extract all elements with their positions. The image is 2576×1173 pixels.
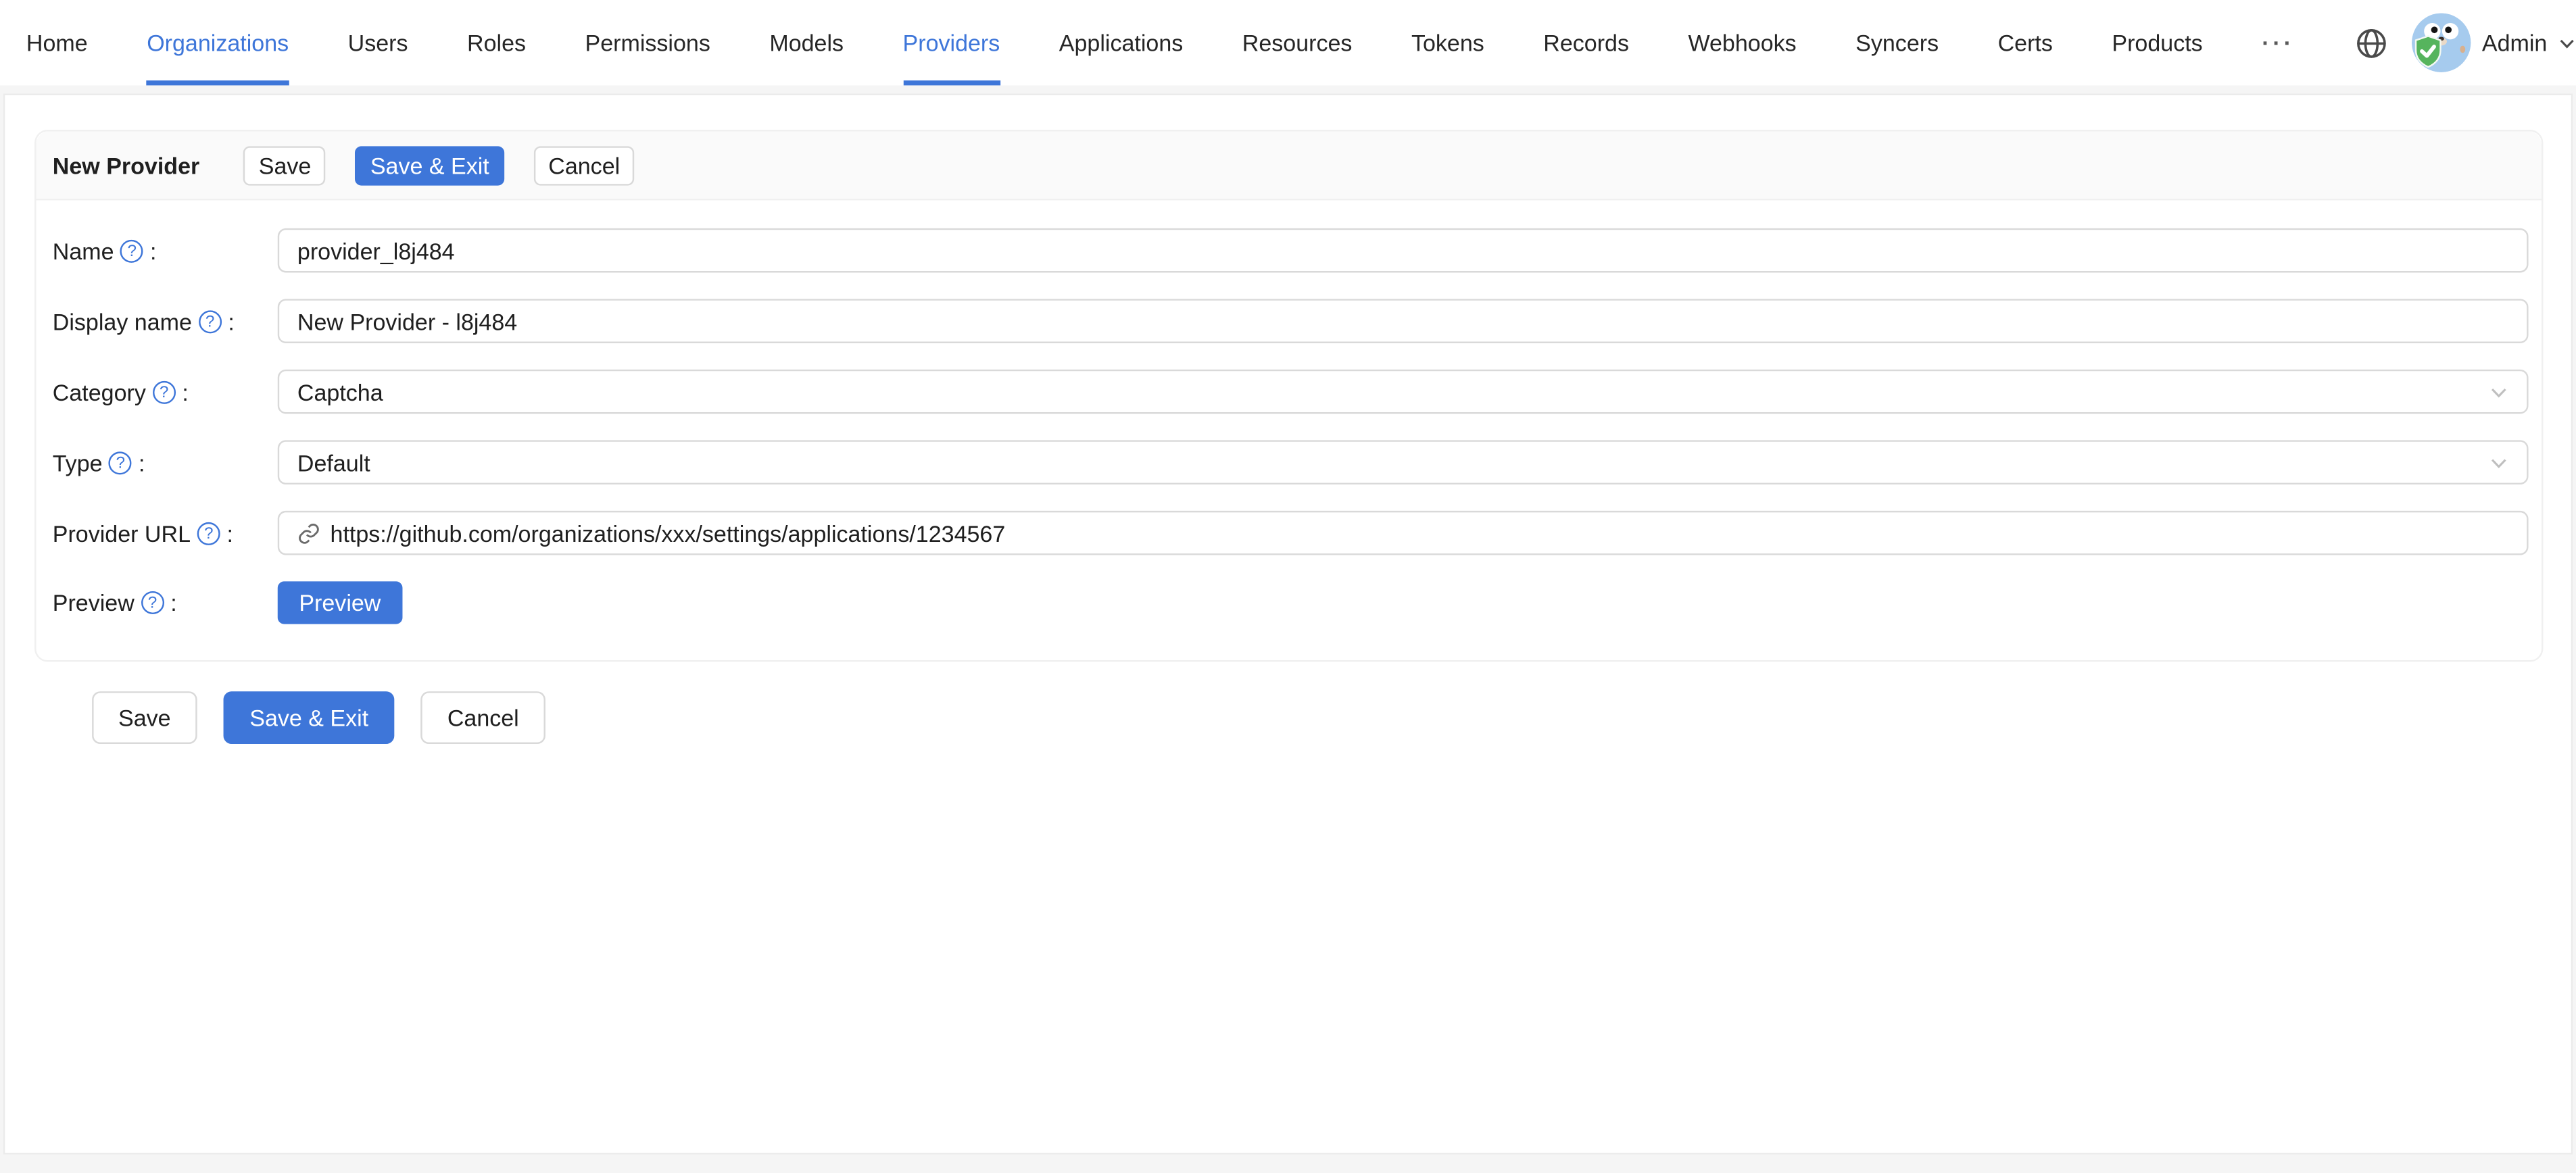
category-select-value: Captcha — [297, 378, 383, 405]
field-label-category: Category ? : — [53, 378, 278, 405]
label-colon: : — [150, 237, 157, 264]
nav-item-resources[interactable]: Resources — [1242, 0, 1353, 85]
page-title: New Provider — [52, 151, 200, 178]
save-button-bottom[interactable]: Save — [92, 691, 197, 745]
chevron-down-icon — [2491, 458, 2506, 468]
nav-item-users[interactable]: Users — [348, 0, 408, 85]
name-input[interactable] — [277, 228, 2529, 273]
casdoor-gopher-avatar — [2411, 13, 2471, 72]
nav-item-providers[interactable]: Providers — [902, 0, 1000, 86]
display-name-input[interactable] — [277, 299, 2529, 343]
preview-button[interactable]: Preview — [277, 581, 402, 624]
question-circle-icon[interactable]: ? — [198, 309, 222, 333]
field-label-display-name: Display name ? : — [53, 308, 278, 334]
label-text: Display name — [52, 307, 192, 334]
form-row-name: Name ? : — [53, 228, 2529, 273]
nav-item-roles[interactable]: Roles — [467, 0, 526, 85]
user-name-label: Admin — [2481, 29, 2548, 56]
link-icon — [299, 522, 319, 543]
new-provider-card: New Provider Save Save & Exit Cancel Nam… — [34, 130, 2544, 662]
save-button-top[interactable]: Save — [243, 145, 326, 185]
label-text: Provider URL — [52, 520, 191, 547]
cancel-button-bottom[interactable]: Cancel — [420, 691, 545, 745]
card-header: New Provider Save Save & Exit Cancel — [36, 131, 2542, 201]
form-row-preview: Preview ? : Preview — [53, 581, 2529, 624]
content-panel: New Provider Save Save & Exit Cancel Nam… — [3, 93, 2573, 1155]
nav-item-models[interactable]: Models — [769, 0, 844, 85]
type-select[interactable]: Default — [277, 440, 2529, 484]
user-menu[interactable]: Admin — [2411, 13, 2576, 72]
label-colon: : — [228, 307, 235, 334]
label-text: Preview — [52, 589, 135, 616]
field-label-preview: Preview ? : — [53, 590, 278, 616]
provider-url-input[interactable] — [330, 514, 2509, 552]
nav-right-section: Admin — [2354, 13, 2576, 72]
type-select-value: Default — [297, 449, 370, 476]
provider-url-field — [277, 510, 2529, 555]
label-text: Type — [52, 449, 103, 476]
question-circle-icon[interactable]: ? — [109, 451, 132, 474]
form-row-type: Type ? : Default — [53, 440, 2529, 484]
chevron-down-icon — [2491, 387, 2506, 397]
question-circle-icon[interactable]: ? — [141, 591, 164, 615]
nav-item-applications[interactable]: Applications — [1059, 0, 1184, 85]
nav-item-permissions[interactable]: Permissions — [585, 0, 710, 85]
label-colon: : — [170, 589, 177, 616]
nav-item-syncers[interactable]: Syncers — [1855, 0, 1939, 85]
label-text: Category — [52, 378, 146, 405]
question-circle-icon[interactable]: ? — [197, 521, 220, 545]
chevron-down-icon — [2560, 39, 2575, 48]
card-body: Name ? : Display name ? : — [36, 201, 2542, 661]
field-label-name: Name ? : — [53, 237, 278, 264]
form-row-category: Category ? : Captcha — [53, 369, 2529, 414]
nav-item-home[interactable]: Home — [26, 0, 88, 85]
nav-overflow-ellipsis-icon[interactable]: ··· — [2262, 0, 2295, 85]
label-colon: : — [139, 449, 145, 476]
nav-item-tokens[interactable]: Tokens — [1411, 0, 1484, 85]
nav-item-webhooks[interactable]: Webhooks — [1688, 0, 1796, 85]
footer-actions: Save Save & Exit Cancel — [92, 691, 2571, 745]
label-colon: : — [182, 378, 189, 405]
nav-item-records[interactable]: Records — [1543, 0, 1629, 85]
form-row-display-name: Display name ? : — [53, 299, 2529, 343]
form-row-provider-url: Provider URL ? : — [53, 510, 2529, 555]
nav-menu: Home Organizations Users Roles Permissio… — [26, 0, 2354, 86]
question-circle-icon[interactable]: ? — [120, 239, 144, 262]
save-exit-button-bottom[interactable]: Save & Exit — [223, 691, 395, 745]
nav-item-products[interactable]: Products — [2112, 0, 2202, 85]
field-label-type: Type ? : — [53, 449, 278, 476]
cancel-button-top[interactable]: Cancel — [533, 145, 635, 185]
save-exit-button-top[interactable]: Save & Exit — [355, 145, 504, 185]
field-label-provider-url: Provider URL ? : — [53, 520, 278, 546]
casdoor-admin-page: Home Organizations Users Roles Permissio… — [0, 0, 2576, 1173]
nav-item-organizations[interactable]: Organizations — [147, 0, 290, 86]
label-colon: : — [226, 520, 233, 547]
label-text: Name — [52, 237, 114, 264]
nav-item-certs[interactable]: Certs — [1998, 0, 2053, 85]
question-circle-icon[interactable]: ? — [152, 380, 176, 403]
category-select[interactable]: Captcha — [277, 369, 2529, 414]
top-navigation-bar: Home Organizations Users Roles Permissio… — [0, 0, 2576, 86]
globe-icon[interactable] — [2354, 26, 2388, 60]
